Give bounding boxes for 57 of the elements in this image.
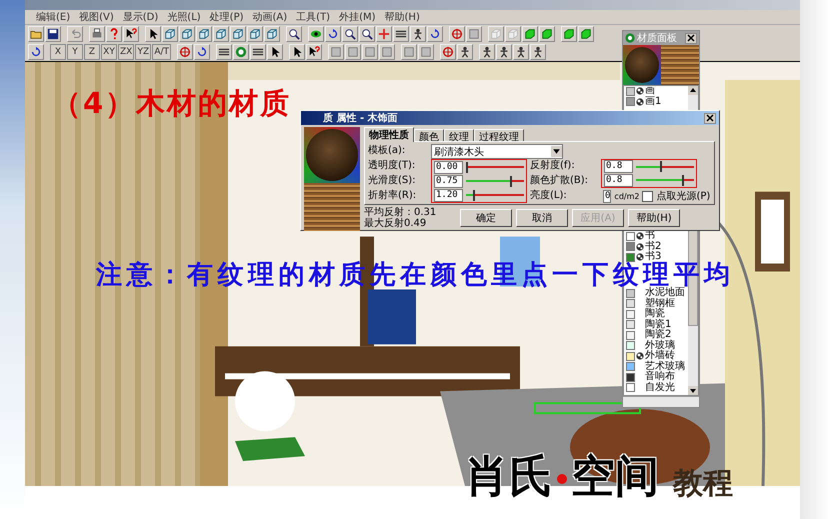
field-label: 透明度(T): (368, 159, 416, 173)
menu-item[interactable]: 光照(L) (167, 10, 201, 24)
value-field[interactable]: 1.20 (434, 188, 463, 202)
axis-button[interactable]: YZ (135, 44, 152, 60)
material-item[interactable]: 书2 (624, 242, 688, 252)
value-field[interactable]: 0.75 (434, 174, 463, 188)
dialog-title: 质 属性 - 木饰面 (323, 112, 399, 125)
field-label: 光滑度(S): (368, 174, 417, 188)
material-item[interactable]: 外玻璃 (624, 340, 688, 351)
menu-item[interactable]: 工具(T) (296, 10, 330, 24)
axis-button[interactable]: XY (101, 44, 117, 60)
field-label: 颜色扩散(B): (530, 174, 590, 188)
axis-button[interactable]: Z (84, 44, 100, 60)
template-dropdown[interactable]: 刷清漆木头 (431, 144, 563, 159)
field-label: 模板(a): (368, 144, 406, 158)
menu-item[interactable]: 帮助(H) (384, 10, 420, 24)
tab[interactable]: 纹理 (444, 129, 474, 141)
axis-button[interactable]: ZX (118, 44, 134, 60)
material-item[interactable]: 外墙砖 (624, 351, 688, 362)
stat-text: 平均反射：0.31 (364, 207, 438, 218)
material-item[interactable]: 陶瓷2 (624, 330, 688, 340)
material-item[interactable]: 陶瓷1 (624, 320, 688, 330)
field-label: 亮度(L): (530, 189, 568, 203)
value-field[interactable]: 0.8 (604, 160, 633, 174)
panel-title: 材质面板 (637, 32, 678, 45)
field-label: 反射度(f): (530, 159, 576, 173)
dialog-button[interactable]: 确定 (460, 209, 512, 227)
menu-item[interactable]: 动画(A) (252, 10, 288, 24)
material-item[interactable]: 水泥地面 (624, 288, 688, 298)
checkbox-label: 点取光源(P) (656, 190, 710, 203)
menu-item[interactable]: 显示(D) (122, 10, 158, 24)
material-item[interactable]: 陶瓷 (624, 309, 688, 320)
material-item[interactable]: 塑钢框 (624, 298, 688, 309)
material-item[interactable]: 自发光 (624, 382, 688, 393)
dialog-button[interactable]: 取消 (516, 209, 568, 227)
material-item[interactable]: 音响布 (624, 372, 688, 382)
axis-button[interactable]: X (50, 44, 66, 60)
value-field[interactable]: 0.00 (434, 160, 463, 174)
menu-item[interactable]: 处理(P) (210, 10, 244, 24)
menu-item[interactable]: 外挂(M) (339, 10, 376, 24)
tab[interactable]: 颜色 (414, 129, 444, 141)
unit-label: cd/m2 (614, 192, 640, 200)
material-item[interactable]: 艺术玻璃 (624, 362, 688, 372)
value-field[interactable]: 0.8 (604, 174, 633, 187)
value-field[interactable]: 0 (603, 190, 612, 202)
menu-item[interactable]: 编辑(E) (36, 10, 70, 24)
axis-button[interactable]: Y (67, 44, 83, 60)
material-item[interactable]: 书3 (624, 252, 688, 262)
stat-text: 最大反射0.49 (364, 218, 428, 229)
field-label: 折射率(R): (368, 189, 418, 203)
menu-item[interactable]: 视图(V) (79, 10, 114, 24)
dialog-button[interactable]: 帮助(H) (628, 209, 680, 227)
tab[interactable]: 过程纹理 (474, 129, 524, 141)
axis-button[interactable]: A/T (152, 44, 172, 60)
material-item[interactable]: 画1 (624, 96, 688, 107)
tab[interactable]: 物理性质 (364, 127, 414, 142)
material-item[interactable]: 画 (624, 86, 688, 96)
